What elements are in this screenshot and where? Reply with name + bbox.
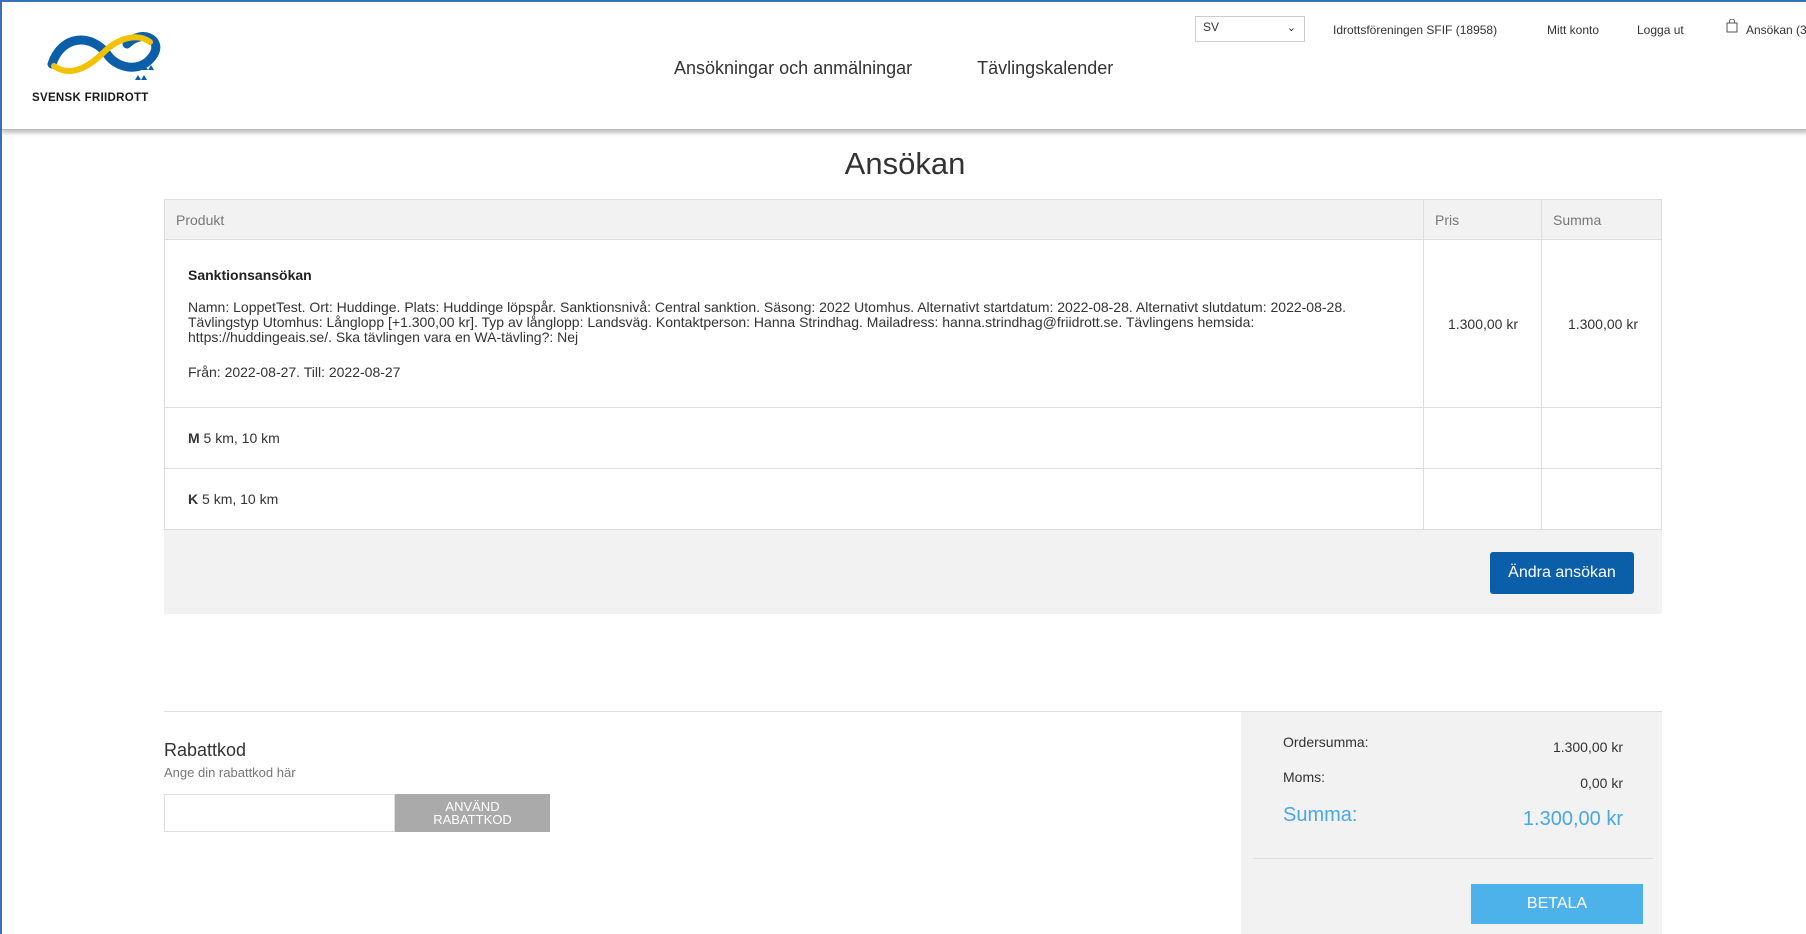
apply-discount-button[interactable]: ANVÄND RABATTKOD [395, 794, 550, 832]
product-description: Namn: LoppetTest. Ort: Huddinge. Plats: … [188, 299, 1346, 345]
product-name: Sanktionsansökan [188, 267, 312, 283]
order-sum-label: Ordersumma: [1283, 734, 1369, 750]
class-cell: K 5 km, 10 km [164, 468, 1425, 530]
order-summary: Ordersumma: 1.300,00 kr Moms: 0,00 kr Su… [1241, 712, 1662, 934]
pay-button[interactable]: BETALA [1471, 884, 1643, 924]
product-dates: Från: 2022-08-27. Till: 2022-08-27 [188, 364, 401, 380]
main-nav: Ansökningar och anmälningar Tävlingskale… [674, 58, 1173, 79]
edit-application-button[interactable]: Ändra ansökan [1490, 552, 1634, 594]
nav-item-applications[interactable]: Ansökningar och anmälningar [674, 58, 912, 79]
language-select[interactable]: SV ⌄ [1195, 16, 1305, 42]
header-product: Produkt [164, 199, 1425, 240]
discount-code-input[interactable] [164, 794, 395, 832]
vat-label: Moms: [1283, 769, 1325, 785]
class-label: K [188, 491, 199, 507]
discount-title: Rabattkod [164, 740, 247, 760]
total-value: 1.300,00 kr [1522, 808, 1623, 830]
class-distances: 5 km, 10 km [198, 491, 279, 507]
my-account-link[interactable]: Mitt konto [1547, 23, 1599, 37]
product-cell: Sanktionsansökan Namn: LoppetTest. Ort: … [164, 239, 1425, 408]
class-distances: 5 km, 10 km [199, 430, 280, 446]
page: SVENSK FRIIDROTT Ansökningar och anmälni… [0, 0, 1806, 934]
price-cell [1423, 468, 1543, 530]
summary-divider [1253, 858, 1653, 859]
price-cell [1423, 407, 1543, 469]
cart-link[interactable]: Ansökan (3 [1746, 23, 1806, 37]
class-label: M [188, 430, 200, 446]
vat-value: 0,00 kr [1580, 775, 1623, 791]
sum-cell [1541, 407, 1662, 469]
discount-section: Rabattkod Ange din rabattkod här ANVÄND R… [164, 740, 550, 832]
class-cell: M 5 km, 10 km [164, 407, 1425, 469]
sum-cell [1541, 468, 1662, 530]
header-sum: Summa [1541, 199, 1662, 240]
order-table: Produkt Pris Summa Sanktionsansökan Namn… [164, 199, 1662, 530]
language-value: SV [1203, 20, 1220, 34]
site-header: SVENSK FRIIDROTT Ansökningar och anmälni… [2, 2, 1806, 130]
nav-item-competition-calendar[interactable]: Tävlingskalender [977, 58, 1113, 79]
sum-cell: 1.300,00 kr [1541, 239, 1662, 408]
price-cell: 1.300,00 kr [1423, 239, 1543, 408]
header-price: Pris [1423, 199, 1543, 240]
organization-link[interactable]: Idrottsföreningen SFIF (18958) [1333, 23, 1497, 37]
discount-row: ANVÄND RABATTKOD [164, 794, 550, 832]
logo-text: SVENSK FRIIDROTT [32, 92, 149, 104]
svensk-friidrott-logo[interactable]: SVENSK FRIIDROTT [32, 24, 172, 109]
logout-link[interactable]: Logga ut [1637, 23, 1684, 37]
order-sum-value: 1.300,00 kr [1552, 739, 1623, 755]
chevron-down-icon: ⌄ [1286, 22, 1296, 34]
apply-discount-label-2: RABATTKOD [433, 812, 512, 827]
edit-panel: Ändra ansökan [164, 530, 1662, 614]
discount-hint: Ange din rabattkod här [164, 765, 296, 780]
table-row: M 5 km, 10 km [164, 407, 1662, 469]
shopping-bag-icon[interactable] [1726, 19, 1738, 33]
table-header-row: Produkt Pris Summa [164, 199, 1662, 240]
table-row: Sanktionsansökan Namn: LoppetTest. Ort: … [164, 239, 1662, 408]
table-row: K 5 km, 10 km [164, 468, 1662, 530]
page-title: Ansökan [844, 146, 966, 181]
total-label: Summa: [1283, 804, 1358, 826]
logo-emblem-icon [47, 32, 161, 80]
